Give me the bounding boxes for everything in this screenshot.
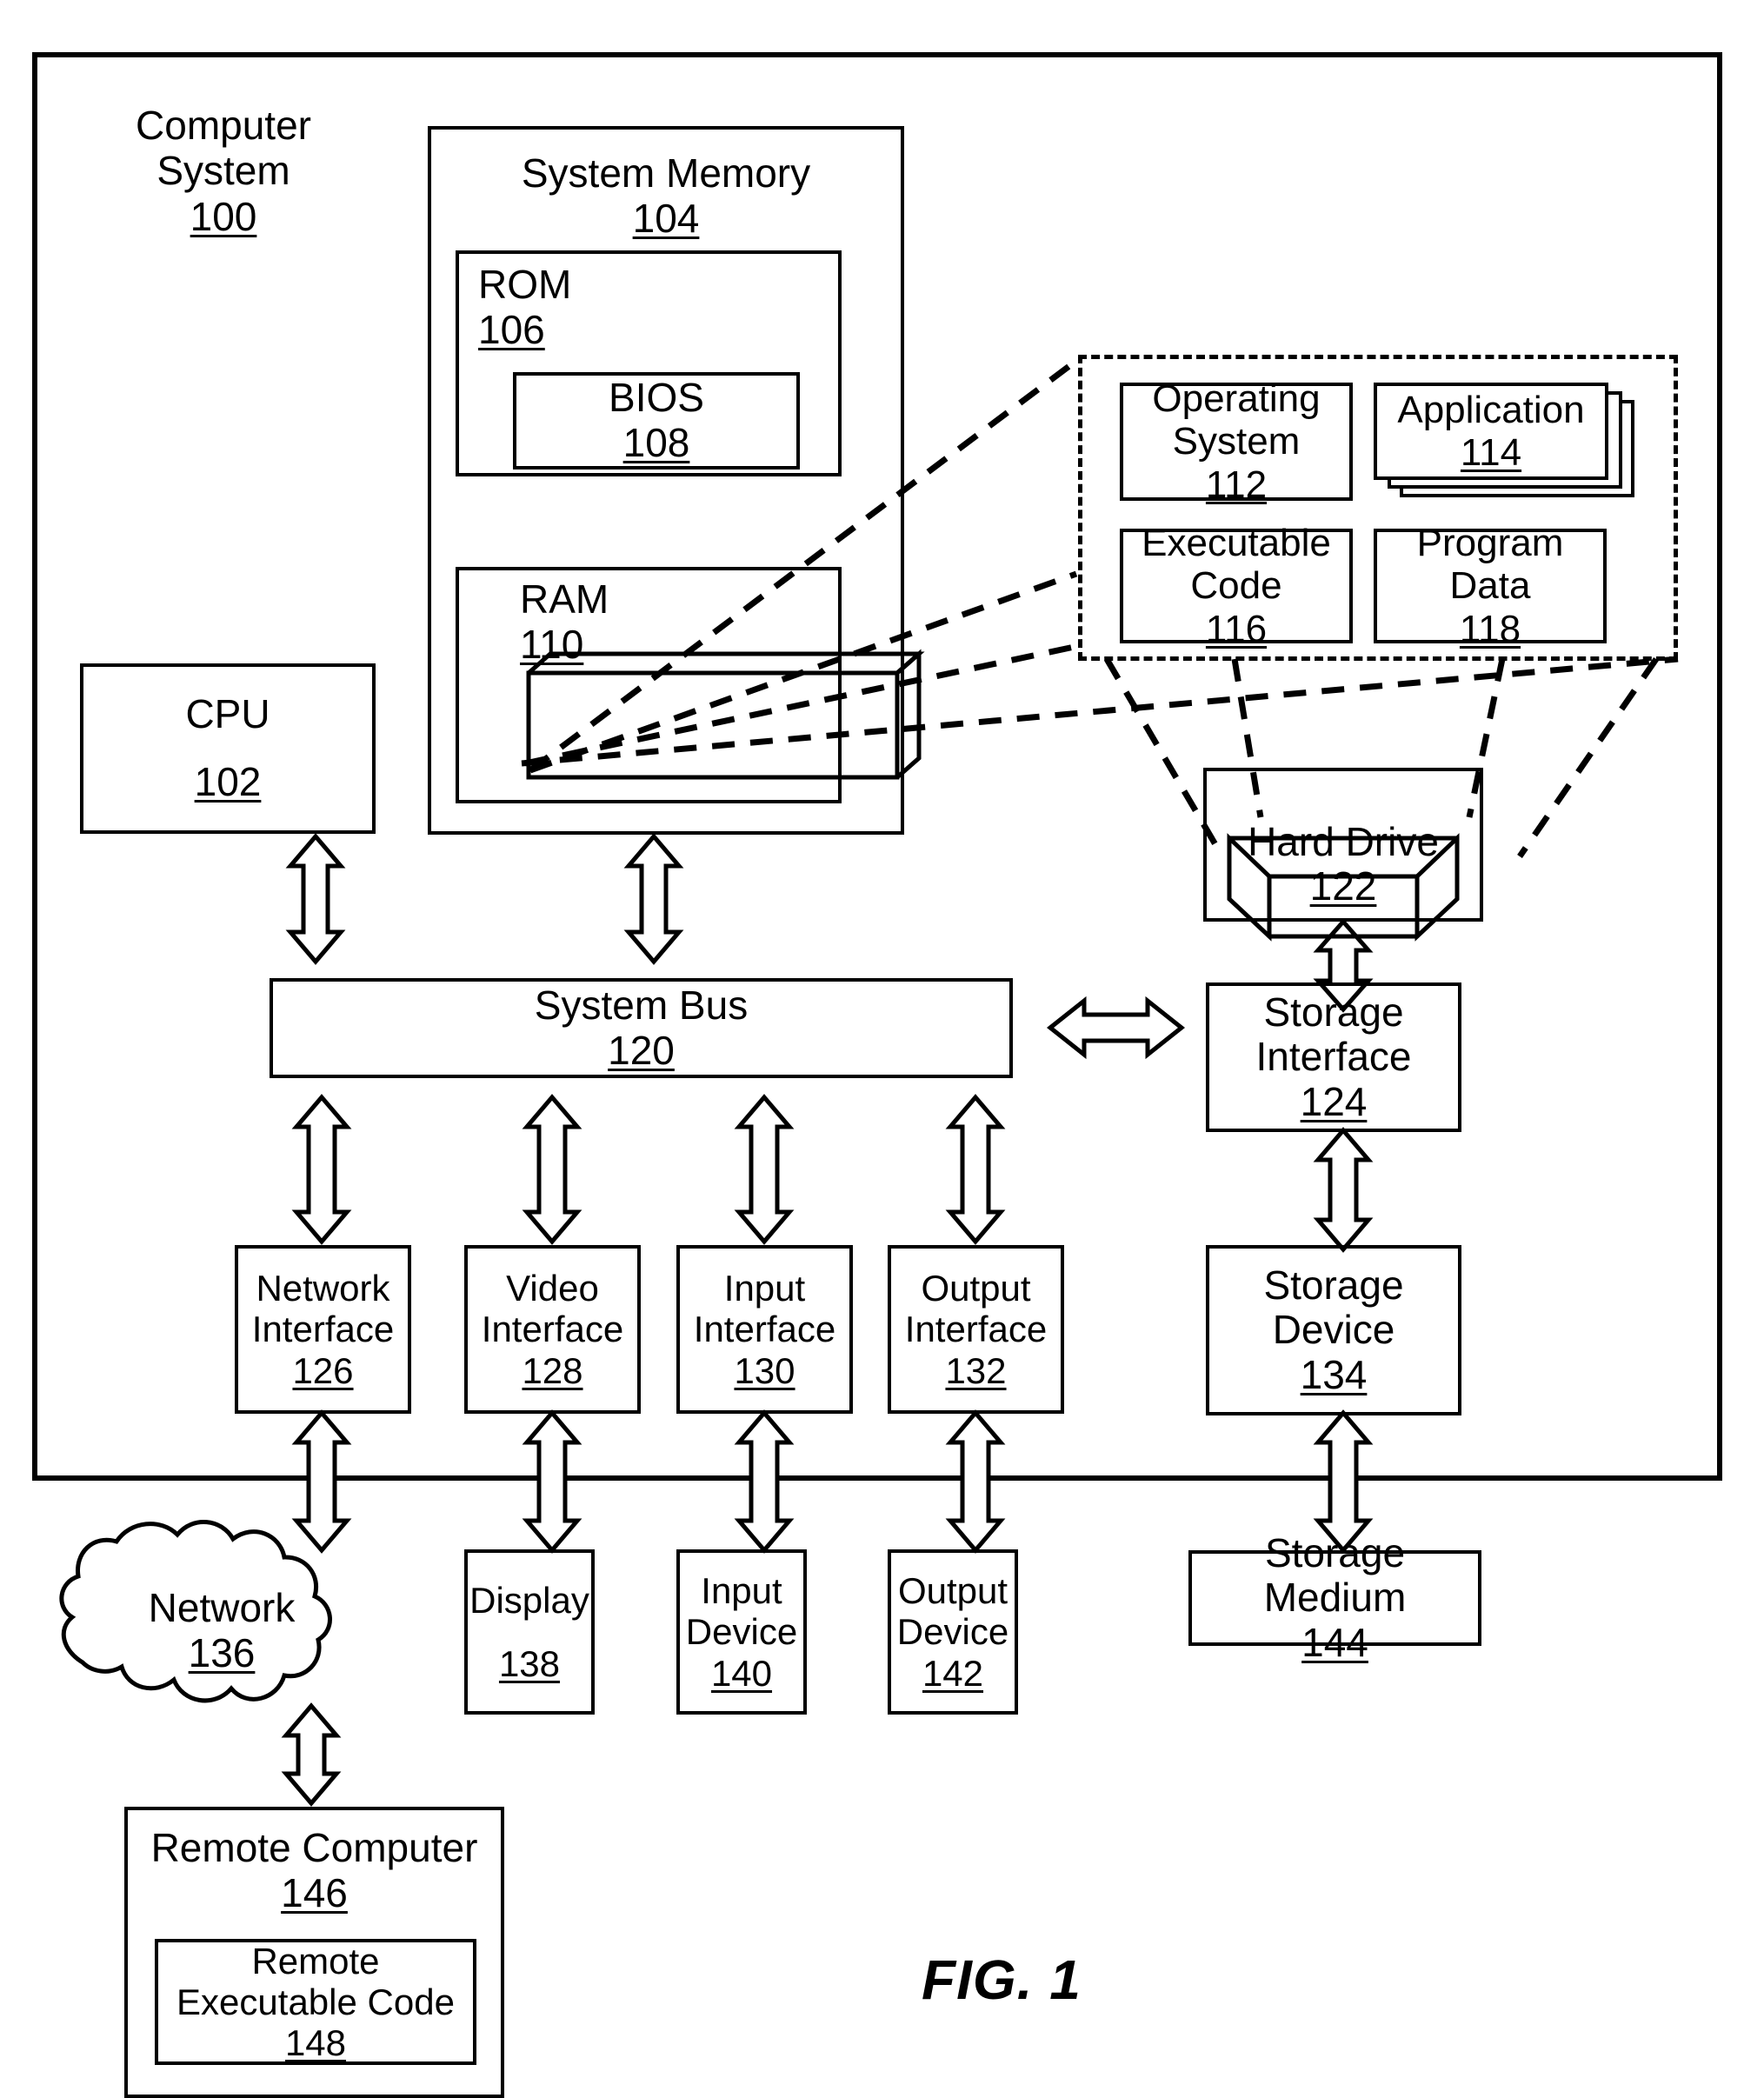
operating-system-box[interactable]: Operating System 112: [1120, 377, 1353, 506]
bios-title: BIOS: [609, 375, 704, 421]
remote-computer-number: 146: [281, 1869, 348, 1915]
input-device-box[interactable]: Input Device 140: [676, 1549, 807, 1715]
video-interface-box[interactable]: Video Interface 128: [464, 1245, 641, 1414]
input-device-title: Input Device: [685, 1570, 798, 1653]
network-label: Network 136: [122, 1585, 322, 1676]
network-number: 136: [188, 1630, 256, 1676]
rom-title: ROM: [478, 262, 572, 307]
output-device-number: 142: [922, 1652, 984, 1694]
ram-title: RAM: [520, 576, 609, 622]
hard-drive-box[interactable]: Hard Drive 122: [1203, 768, 1483, 922]
network-interface-title: Network Interface: [251, 1268, 395, 1350]
executable-code-box[interactable]: Executable Code 116: [1120, 522, 1353, 650]
program-data-number: 118: [1459, 607, 1521, 650]
system-bus-title: System Bus: [534, 982, 749, 1028]
ram-box[interactable]: RAM 110: [456, 567, 842, 803]
figure-caption: FIG. 1: [922, 1948, 1082, 2011]
remote-executable-code-box[interactable]: Remote Executable Code 148: [155, 1939, 476, 2065]
cpu-number: 102: [194, 759, 262, 804]
storage-interface-number: 124: [1300, 1078, 1368, 1124]
storage-medium-number: 144: [1301, 1619, 1368, 1665]
input-interface-box[interactable]: Input Interface 130: [676, 1245, 853, 1414]
display-number: 138: [498, 1643, 561, 1684]
display-title: Display: [469, 1579, 589, 1621]
operating-system-title: Operating System: [1152, 377, 1321, 463]
video-interface-number: 128: [522, 1349, 583, 1391]
system-memory-number: 104: [632, 195, 700, 241]
system-bus-number: 120: [608, 1027, 675, 1073]
storage-device-box[interactable]: Storage Device 134: [1206, 1245, 1461, 1415]
hard-drive-number: 122: [1309, 863, 1377, 909]
application-title: Application: [1397, 388, 1585, 431]
storage-interface-title: Storage Interface: [1255, 989, 1412, 1080]
storage-medium-title: Storage Medium: [1263, 1529, 1407, 1621]
system-bus-box[interactable]: System Bus 120: [270, 978, 1013, 1078]
input-interface-number: 130: [734, 1349, 795, 1391]
ram-number: 110: [520, 621, 584, 667]
network-title: Network: [148, 1585, 296, 1630]
rom-number: 106: [478, 306, 545, 352]
program-data-title: Program Data: [1416, 522, 1564, 608]
output-device-title: Output Device: [896, 1570, 1009, 1653]
cpu-box[interactable]: CPU 102: [80, 663, 376, 834]
computer-system-number: 100: [190, 193, 257, 239]
output-interface-box[interactable]: Output Interface 132: [888, 1245, 1064, 1414]
input-interface-title: Input Interface: [693, 1268, 836, 1350]
executable-code-title: Executable Code: [1142, 522, 1331, 608]
computer-system-title: Computer System: [136, 103, 311, 194]
video-interface-title: Video Interface: [481, 1268, 624, 1350]
bios-number: 108: [622, 420, 690, 465]
storage-device-title: Storage Device: [1263, 1262, 1404, 1353]
output-interface-title: Output Interface: [904, 1268, 1048, 1350]
system-memory-title: System Memory: [521, 150, 811, 196]
operating-system-number: 112: [1205, 463, 1268, 506]
remote-computer-title: Remote Computer: [150, 1825, 478, 1870]
cpu-title: CPU: [185, 691, 270, 737]
bios-box[interactable]: BIOS 108: [513, 372, 800, 470]
storage-device-number: 134: [1300, 1351, 1368, 1397]
display-box[interactable]: Display 138: [464, 1549, 595, 1715]
network-interface-box[interactable]: Network Interface 126: [235, 1245, 411, 1414]
output-device-box[interactable]: Output Device 142: [888, 1549, 1018, 1715]
program-data-box[interactable]: Program Data 118: [1374, 522, 1607, 650]
storage-interface-box[interactable]: Storage Interface 124: [1206, 982, 1461, 1132]
remote-executable-code-title: Remote Executable Code: [176, 1940, 455, 2022]
storage-medium-box[interactable]: Storage Medium 144: [1188, 1530, 1481, 1664]
application-box[interactable]: Application 114: [1374, 383, 1608, 480]
remote-executable-code-number: 148: [284, 2022, 347, 2064]
network-interface-number: 126: [292, 1349, 354, 1391]
patent-figure-1: Computer System 100 System Memory 104 RO…: [0, 0, 1764, 2098]
computer-system-label: Computer System 100: [80, 103, 367, 239]
application-number: 114: [1460, 431, 1522, 474]
executable-code-number: 116: [1205, 607, 1268, 650]
output-interface-number: 132: [945, 1349, 1007, 1391]
input-device-number: 140: [710, 1652, 773, 1694]
hard-drive-title: Hard Drive: [1248, 818, 1439, 864]
